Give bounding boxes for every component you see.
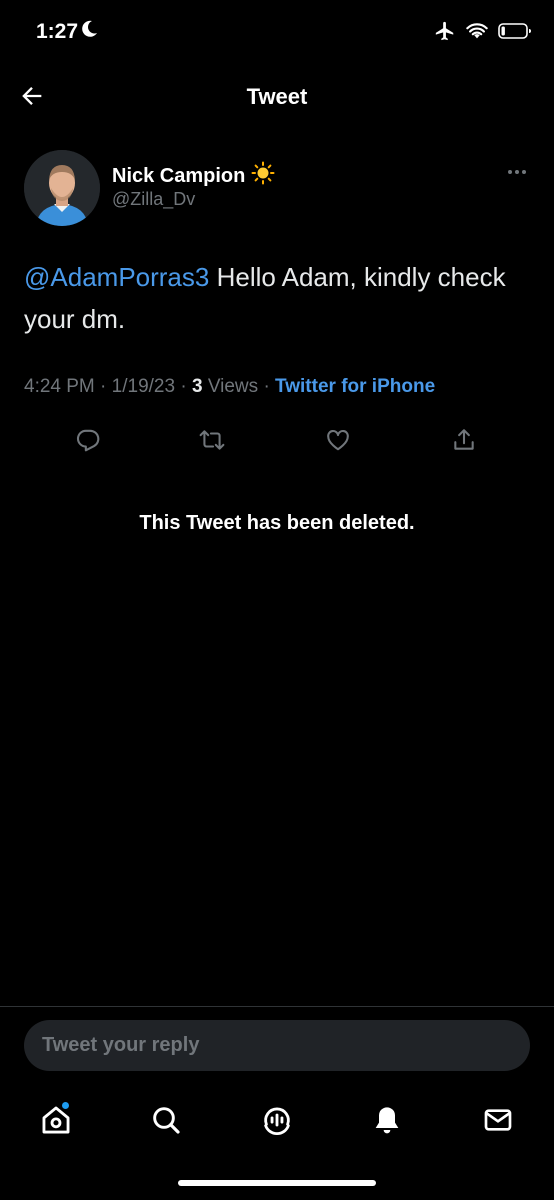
- reply-input[interactable]: Tweet your reply: [24, 1020, 530, 1071]
- author-name: Nick Campion: [112, 164, 246, 187]
- tweet-text: @AdamPorras3 Hello Adam, kindly check yo…: [24, 256, 530, 340]
- like-button[interactable]: [320, 422, 356, 458]
- tweet-time: 4:24 PM: [24, 376, 95, 397]
- status-time: 1:27: [36, 20, 79, 43]
- header: Tweet: [0, 64, 554, 132]
- status-time-group: 1:27: [36, 20, 98, 44]
- reply-icon: [77, 429, 100, 452]
- search-icon: [153, 1107, 180, 1134]
- deleted-notice: This Tweet has been deleted.: [139, 512, 415, 534]
- more-options-button[interactable]: [504, 162, 530, 182]
- reply-button[interactable]: [70, 422, 106, 458]
- home-indicator: [178, 1180, 376, 1186]
- home-badge: [61, 1101, 70, 1110]
- tab-search[interactable]: [146, 1100, 186, 1140]
- sun-emoji-icon: [251, 161, 275, 191]
- tab-notifications[interactable]: [367, 1100, 407, 1140]
- tweet-meta: 4:24 PM · 1/19/23 · 3 Views · Twitter fo…: [24, 376, 435, 398]
- moon-icon: [82, 20, 98, 44]
- views-count[interactable]: 3: [192, 376, 203, 397]
- avatar[interactable]: [24, 150, 100, 226]
- share-icon: [454, 429, 474, 450]
- like-icon: [327, 429, 349, 451]
- tweet-actions: [0, 422, 554, 458]
- tab-spaces[interactable]: [257, 1100, 297, 1140]
- tab-bar: [0, 1092, 554, 1144]
- status-bar: 1:27: [0, 0, 554, 64]
- mention-link[interactable]: @AdamPorras3: [24, 262, 209, 292]
- tab-home[interactable]: [36, 1100, 76, 1140]
- meta-separator: ·: [100, 376, 107, 397]
- retweet-button[interactable]: [194, 422, 230, 458]
- status-icons: [434, 20, 532, 47]
- page-title: Tweet: [246, 84, 308, 109]
- tweet-source[interactable]: Twitter for iPhone: [275, 376, 435, 397]
- tweet-date: 1/19/23: [111, 376, 176, 397]
- author-name-group[interactable]: Nick Campion: [112, 161, 275, 191]
- share-button[interactable]: [446, 422, 482, 458]
- retweet-icon: [199, 430, 225, 450]
- tab-messages[interactable]: [478, 1100, 518, 1140]
- more-dot-icon: [515, 170, 519, 174]
- meta-separator: ·: [263, 376, 270, 397]
- meta-separator: ·: [180, 376, 187, 397]
- airplane-icon: [434, 20, 456, 47]
- views-label: Views: [207, 376, 259, 397]
- more-dot-icon: [508, 170, 512, 174]
- reply-placeholder: Tweet your reply: [42, 1034, 200, 1056]
- more-dot-icon: [522, 170, 526, 174]
- divider: [0, 1006, 554, 1007]
- notifications-icon: [375, 1107, 399, 1134]
- spaces-icon: [264, 1107, 290, 1135]
- battery-icon: [498, 22, 532, 45]
- wifi-icon: [466, 22, 488, 45]
- author-handle[interactable]: @Zilla_Dv: [112, 189, 195, 210]
- messages-icon: [484, 1109, 512, 1131]
